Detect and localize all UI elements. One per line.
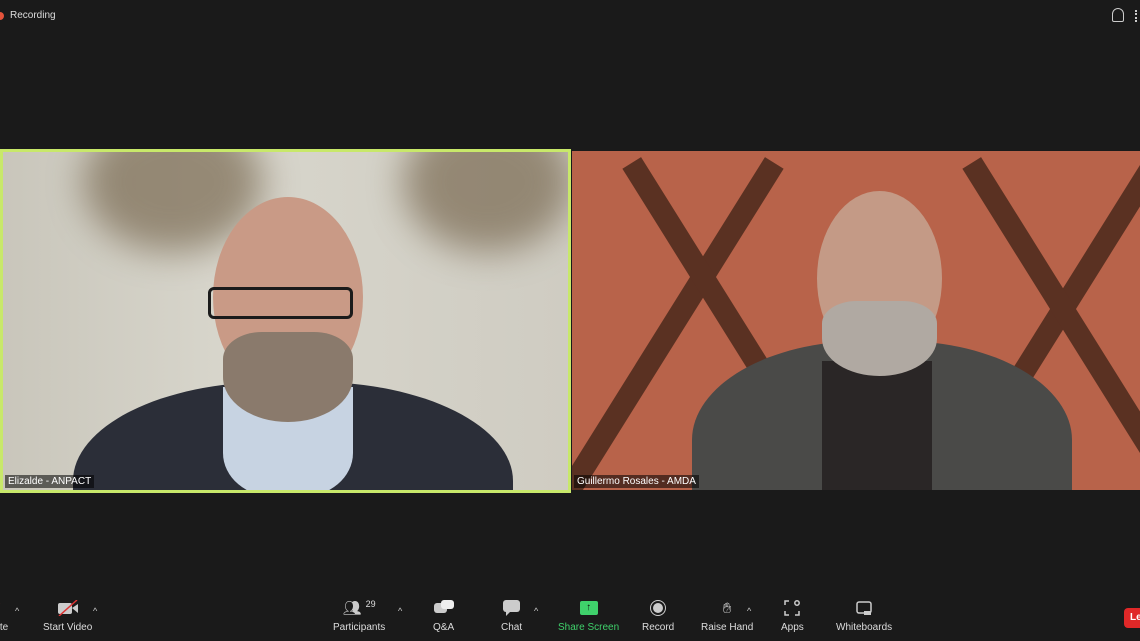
raise-hand-button[interactable]: ✋︎ Raise Hand xyxy=(701,598,753,634)
whiteboard-icon xyxy=(856,598,872,618)
video-tile-elizalde[interactable]: Elizalde - ANPACT xyxy=(0,149,571,493)
beard xyxy=(822,301,937,376)
background-art xyxy=(403,152,568,252)
video-off-icon xyxy=(57,598,79,618)
share-screen-button[interactable]: ↑ Share Screen xyxy=(558,598,619,633)
apps-icon xyxy=(784,598,801,618)
participants-options-caret[interactable]: ^ xyxy=(398,606,402,616)
video-tile-rosales[interactable]: Guillermo Rosales - AMDA xyxy=(572,151,1140,490)
participant-name: Guillermo Rosales - AMDA xyxy=(574,475,699,488)
meeting-toolbar: ⁄ Mute ^ Start Video ^ 👥︎29 Participants… xyxy=(0,598,1140,641)
shirt xyxy=(822,361,932,490)
participants-icon: 👥︎ xyxy=(342,600,362,617)
recording-label: Recording xyxy=(10,10,56,21)
chat-options-caret[interactable]: ^ xyxy=(534,606,538,616)
record-icon xyxy=(650,598,667,618)
participants-button[interactable]: 👥︎ 29 Participants xyxy=(333,598,385,633)
raise-hand-icon: ✋︎ xyxy=(722,599,732,617)
apps-button[interactable]: Apps xyxy=(781,598,804,633)
glasses xyxy=(208,287,353,319)
audio-options-caret[interactable]: ^ xyxy=(15,606,19,616)
leave-button[interactable]: Leave xyxy=(1124,608,1140,628)
more-options-icon[interactable] xyxy=(1135,10,1140,22)
reactions-options-caret[interactable]: ^ xyxy=(747,606,751,616)
security-lock-icon[interactable] xyxy=(1112,8,1124,22)
participant-name: Elizalde - ANPACT xyxy=(5,475,95,488)
recording-indicator[interactable]: Recording xyxy=(0,10,56,21)
start-video-button[interactable]: Start Video xyxy=(43,598,92,633)
record-button[interactable]: Record xyxy=(642,598,674,633)
participants-count: 29 xyxy=(365,599,376,609)
beard xyxy=(223,332,353,422)
qa-button[interactable]: Q&A xyxy=(433,598,454,633)
video-options-caret[interactable]: ^ xyxy=(93,606,97,616)
chat-icon xyxy=(502,598,521,618)
share-screen-icon: ↑ xyxy=(579,598,598,618)
chat-button[interactable]: Chat xyxy=(501,598,522,633)
whiteboards-button[interactable]: Whiteboards xyxy=(836,598,892,633)
recording-dot-icon xyxy=(0,11,4,20)
mute-button[interactable]: ⁄ Mute xyxy=(0,598,8,633)
qa-icon xyxy=(433,598,454,618)
